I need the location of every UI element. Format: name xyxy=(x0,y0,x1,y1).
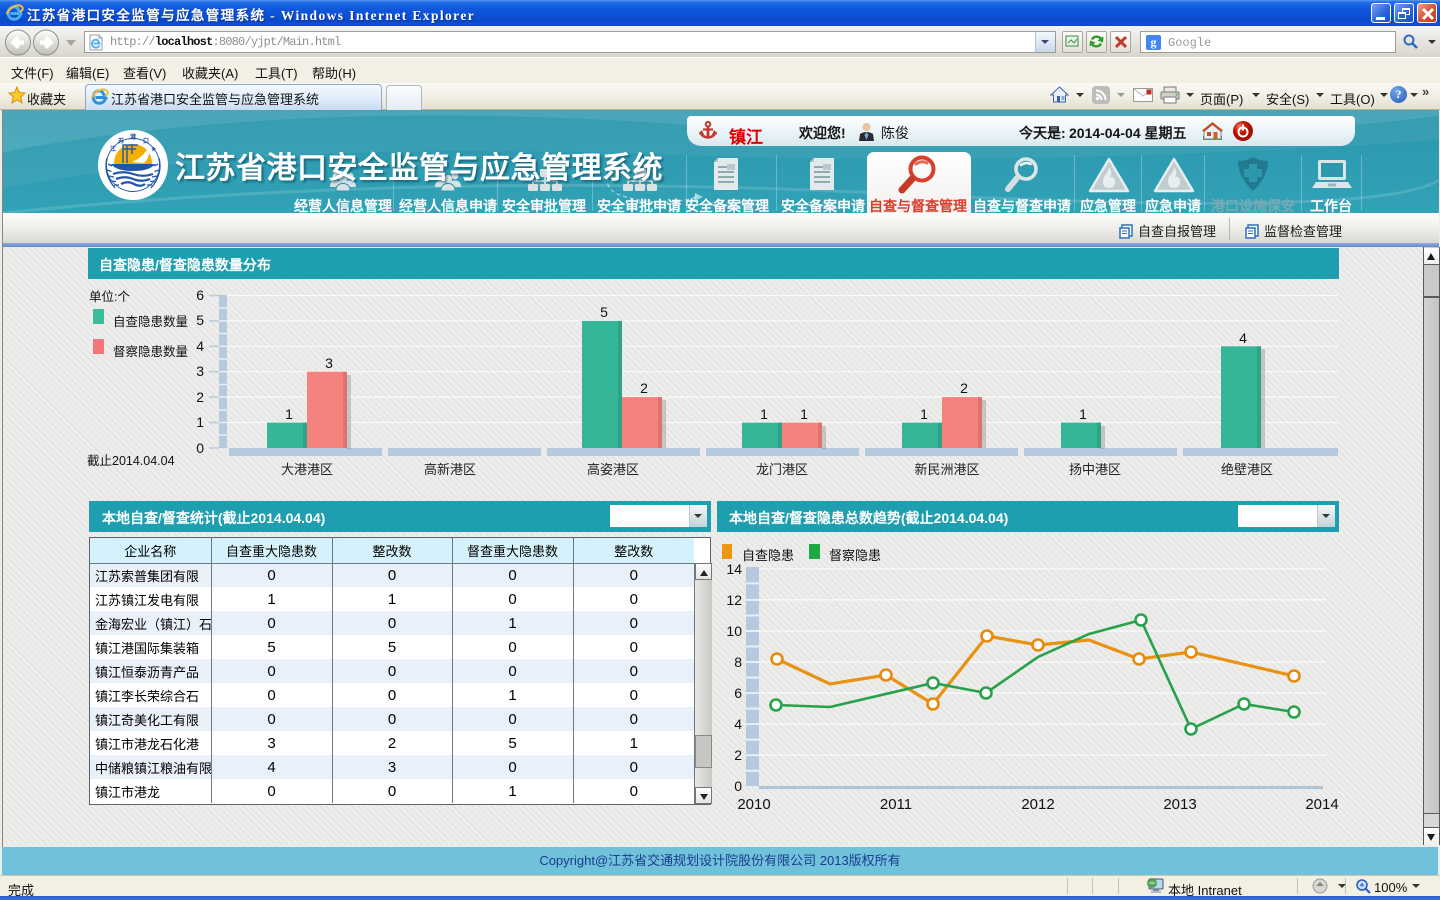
svg-text:高姿港区: 高姿港区 xyxy=(587,462,639,477)
svg-text:0: 0 xyxy=(734,778,742,794)
svg-text:1: 1 xyxy=(196,414,204,430)
svg-text:5: 5 xyxy=(600,304,608,320)
svg-text:2: 2 xyxy=(640,380,648,396)
svg-text:6: 6 xyxy=(196,287,204,303)
svg-text:2: 2 xyxy=(960,380,968,396)
svg-text:1: 1 xyxy=(920,406,928,422)
svg-text:2012: 2012 xyxy=(1021,796,1054,813)
svg-text:4: 4 xyxy=(1239,330,1247,346)
svg-text:0: 0 xyxy=(196,440,204,456)
svg-text:6: 6 xyxy=(734,685,742,701)
svg-text:高新港区: 高新港区 xyxy=(424,462,476,477)
svg-text:3: 3 xyxy=(196,363,204,379)
svg-text:2: 2 xyxy=(196,389,204,405)
svg-text:1: 1 xyxy=(285,406,293,422)
svg-text:4: 4 xyxy=(734,716,742,732)
svg-text:2013: 2013 xyxy=(1163,796,1196,813)
svg-text:大港港区: 大港港区 xyxy=(281,462,333,477)
svg-text:1: 1 xyxy=(1079,406,1087,422)
svg-text:3: 3 xyxy=(325,355,333,371)
svg-text:1: 1 xyxy=(760,406,768,422)
svg-text:5: 5 xyxy=(196,312,204,328)
svg-text:2011: 2011 xyxy=(880,796,912,813)
svg-text:绝壁港区: 绝壁港区 xyxy=(1221,462,1273,477)
svg-text:1: 1 xyxy=(800,406,808,422)
svg-text:4: 4 xyxy=(196,338,204,354)
svg-text:港: 港 xyxy=(130,133,137,141)
svg-text:10: 10 xyxy=(726,623,742,639)
svg-text:8: 8 xyxy=(734,654,742,670)
svg-text:2014: 2014 xyxy=(1305,796,1338,813)
svg-text:新民洲港区: 新民洲港区 xyxy=(914,462,979,477)
svg-text:扬中港区: 扬中港区 xyxy=(1069,462,1121,477)
svg-text:12: 12 xyxy=(726,592,742,608)
svg-text:江: 江 xyxy=(110,145,116,153)
svg-text:龙门港区: 龙门港区 xyxy=(756,462,808,477)
svg-text:2: 2 xyxy=(734,747,742,763)
svg-text:2010: 2010 xyxy=(737,796,770,813)
svg-text:14: 14 xyxy=(726,561,742,577)
